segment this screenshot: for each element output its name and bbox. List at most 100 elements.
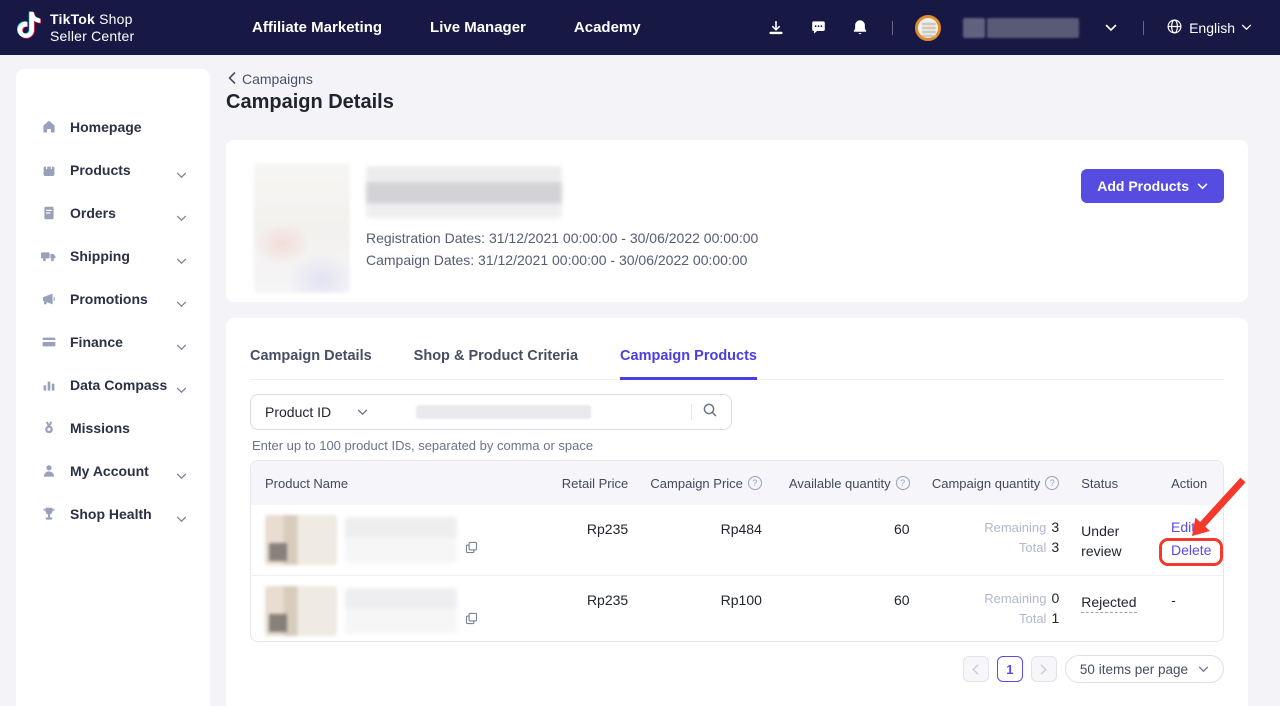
sidebar-item-shipping[interactable]: Shipping — [16, 234, 210, 277]
credit-card-icon — [40, 333, 57, 350]
question-icon[interactable]: ? — [896, 476, 910, 490]
person-icon — [40, 462, 57, 479]
search-filter-select[interactable]: Product ID — [251, 404, 382, 420]
search-icon[interactable] — [702, 402, 718, 423]
chevron-down-icon — [176, 510, 188, 518]
sidebar-item-products[interactable]: Products — [16, 148, 210, 191]
sidebar-item-promotions[interactable]: Promotions — [16, 277, 210, 320]
delete-link[interactable]: Delete — [1171, 542, 1211, 558]
no-action-dash: - — [1171, 590, 1176, 610]
col-campaign-price: Campaign Price ? — [628, 476, 762, 491]
page-size-select[interactable]: 50 items per page — [1065, 655, 1224, 683]
sidebar-item-missions[interactable]: Missions — [16, 406, 210, 449]
sidebar: Homepage Products Orders Shipping Promot… — [16, 69, 210, 706]
campaign-price: Rp100 — [628, 592, 762, 608]
medal-icon — [40, 419, 57, 436]
col-product-name: Product Name — [251, 476, 538, 491]
col-status: Status — [1059, 476, 1153, 491]
language-label: English — [1189, 20, 1235, 36]
col-retail-price: Retail Price — [538, 476, 628, 491]
col-campaign-quantity: Campaign quantity ? — [910, 476, 1060, 491]
col-action: Action — [1153, 476, 1223, 491]
product-search-bar: Product ID — [250, 394, 732, 430]
breadcrumb[interactable]: Campaigns — [228, 71, 313, 87]
navbar-divider — [892, 21, 893, 35]
sidebar-item-shop-health[interactable]: Shop Health — [16, 492, 210, 535]
user-avatar[interactable] — [915, 15, 941, 41]
tab-campaign-products[interactable]: Campaign Products — [620, 348, 757, 380]
nav-link-academy[interactable]: Academy — [574, 19, 641, 36]
chevron-down-icon — [176, 338, 188, 346]
user-menu-chevron-down-icon[interactable] — [1101, 18, 1121, 38]
product-image-redacted — [265, 586, 337, 636]
notification-bell-icon[interactable] — [850, 18, 870, 38]
search-input-redacted[interactable] — [416, 405, 591, 419]
navbar-divider — [1143, 21, 1144, 35]
home-icon — [40, 118, 57, 135]
breadcrumb-back-label: Campaigns — [242, 71, 313, 87]
bar-chart-icon — [40, 376, 57, 393]
campaign-quantity: Remaining0 Total1 — [910, 590, 1060, 626]
chat-icon[interactable] — [808, 18, 828, 38]
prev-page-button[interactable] — [963, 656, 989, 682]
user-name-redacted[interactable] — [963, 18, 1079, 38]
navbar-links: Affiliate Marketing Live Manager Academy — [252, 19, 641, 36]
pagination: 1 50 items per page — [963, 655, 1224, 683]
chevron-down-icon — [176, 295, 188, 303]
language-chevron-down-icon — [1241, 24, 1252, 31]
question-icon[interactable]: ? — [748, 476, 762, 490]
edit-link[interactable]: Edit — [1171, 519, 1195, 535]
seller-center-logo[interactable]: TikTok Shop Seller Center — [0, 11, 230, 44]
retail-price: Rp235 — [538, 592, 628, 608]
top-navbar: TikTok Shop Seller Center Affiliate Mark… — [0, 0, 1280, 55]
chevron-down-icon — [1197, 183, 1208, 190]
sidebar-item-orders[interactable]: Orders — [16, 191, 210, 234]
chevron-down-icon — [176, 252, 188, 260]
status-rejected[interactable]: Rejected — [1081, 592, 1153, 612]
megaphone-icon — [40, 290, 57, 307]
product-name-redacted — [345, 588, 457, 634]
copy-icon[interactable] — [465, 541, 478, 559]
next-page-button[interactable] — [1031, 656, 1057, 682]
campaign-image-redacted — [254, 163, 350, 293]
chevron-down-icon — [357, 409, 368, 416]
nav-link-affiliate-marketing[interactable]: Affiliate Marketing — [252, 19, 382, 36]
tiktok-logo-icon — [16, 11, 42, 44]
campaign-info-card: Registration Dates: 31/12/2021 00:00:00 … — [226, 140, 1248, 302]
nav-link-live-manager[interactable]: Live Manager — [430, 19, 526, 36]
status-under-review: Under review — [1081, 521, 1153, 562]
chevron-down-icon — [1198, 666, 1209, 673]
question-icon[interactable]: ? — [1045, 476, 1059, 490]
truck-icon — [40, 247, 57, 264]
registration-dates: Registration Dates: 31/12/2021 00:00:00 … — [366, 230, 758, 246]
sidebar-item-finance[interactable]: Finance — [16, 320, 210, 363]
tab-shop-product-criteria[interactable]: Shop & Product Criteria — [414, 348, 578, 379]
copy-icon[interactable] — [465, 612, 478, 630]
trophy-icon — [40, 505, 57, 522]
page-number-current[interactable]: 1 — [997, 656, 1023, 682]
tab-bar: Campaign Details Shop & Product Criteria… — [250, 348, 1224, 380]
globe-icon — [1166, 18, 1183, 38]
sidebar-item-homepage[interactable]: Homepage — [16, 105, 210, 148]
campaign-dates: Campaign Dates: 31/12/2021 00:00:00 - 30… — [366, 252, 747, 268]
language-selector[interactable]: English — [1166, 18, 1252, 38]
download-icon[interactable] — [766, 18, 786, 38]
delete-annotation-box: Delete — [1159, 538, 1223, 566]
sidebar-item-my-account[interactable]: My Account — [16, 449, 210, 492]
retail-price: Rp235 — [538, 521, 628, 537]
search-hint: Enter up to 100 product IDs, separated b… — [252, 438, 593, 453]
table-header-row: Product Name Retail Price Campaign Price… — [251, 461, 1223, 505]
add-products-button[interactable]: Add Products — [1081, 169, 1224, 203]
table-row: Rp235 Rp100 60 Remaining0 Total1 Rejecte… — [251, 575, 1223, 641]
tab-campaign-details[interactable]: Campaign Details — [250, 348, 372, 379]
sidebar-item-data-compass[interactable]: Data Compass — [16, 363, 210, 406]
product-image-redacted — [265, 515, 337, 565]
page-title: Campaign Details — [226, 91, 394, 114]
shopping-bag-icon — [40, 161, 57, 178]
campaign-price: Rp484 — [628, 521, 762, 537]
chevron-left-icon — [228, 71, 236, 87]
search-divider — [691, 404, 692, 420]
campaign-quantity: Remaining3 Total3 — [910, 519, 1060, 555]
navbar-right: English — [766, 15, 1280, 41]
logo-text: TikTok Shop Seller Center — [50, 11, 134, 43]
